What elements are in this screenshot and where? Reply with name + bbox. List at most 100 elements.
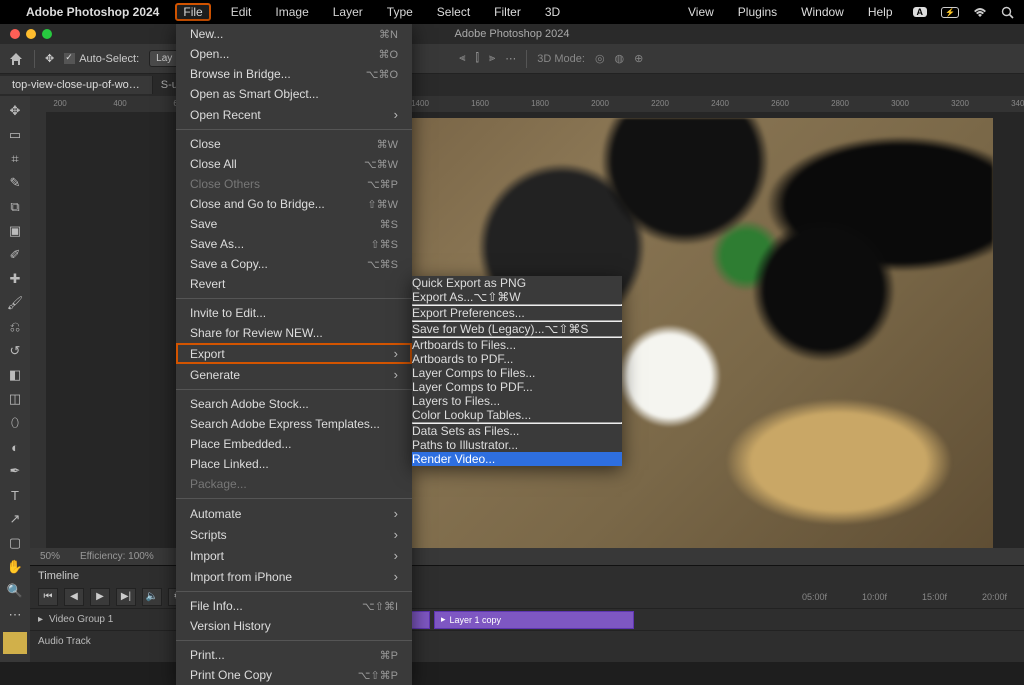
timeline-clip-2[interactable]: ▸ Layer 1 copy	[434, 611, 634, 629]
keyboard-icon[interactable]: A	[913, 7, 928, 17]
hand-tool[interactable]: ✋	[3, 556, 27, 578]
submenu-item-paths-to-illustrator[interactable]: Paths to Illustrator...	[412, 438, 622, 452]
blur-tool[interactable]: ⬯	[3, 412, 27, 434]
submenu-item-layers-to-files[interactable]: Layers to Files...	[412, 394, 622, 408]
menu-item-save-a-copy[interactable]: Save a Copy...⌥⌘S	[176, 254, 412, 274]
chevron-right-icon[interactable]: ▸	[38, 614, 43, 625]
pen-tool[interactable]: ✒	[3, 460, 27, 482]
lasso-tool[interactable]: ⌗	[3, 148, 27, 170]
menu-item-place-embedded[interactable]: Place Embedded...	[176, 434, 412, 454]
menu-item-print-one-copy[interactable]: Print One Copy⌥⇧⌘P	[176, 665, 412, 685]
quick-select-tool[interactable]: ✎	[3, 172, 27, 194]
menu-item-automate[interactable]: Automate	[176, 503, 412, 524]
menu-item-open[interactable]: Open...⌘O	[176, 44, 412, 64]
marquee-tool[interactable]: ▭	[3, 124, 27, 146]
timeline-next-frame[interactable]: ▶|	[116, 588, 136, 606]
battery-icon: ⚡	[941, 7, 959, 18]
menu-item-save[interactable]: Save⌘S	[176, 214, 412, 234]
zoom-level[interactable]: 50%	[40, 551, 60, 562]
distribute-icon[interactable]: ⋯	[505, 52, 516, 65]
menu-view[interactable]: View	[684, 3, 718, 21]
menu-item-search-adobe-express-templates[interactable]: Search Adobe Express Templates...	[176, 414, 412, 434]
slide-3d-icon[interactable]: ⊕	[634, 52, 643, 65]
menu-layer[interactable]: Layer	[329, 3, 367, 21]
menu-item-open-recent[interactable]: Open Recent	[176, 104, 412, 125]
maximize-icon[interactable]	[42, 29, 52, 39]
menu-select[interactable]: Select	[433, 3, 474, 21]
menu-item-open-as-smart-object[interactable]: Open as Smart Object...	[176, 84, 412, 104]
menu-item-scripts[interactable]: Scripts	[176, 524, 412, 545]
timeline-play[interactable]: ▶	[90, 588, 110, 606]
eraser-tool[interactable]: ◧	[3, 364, 27, 386]
edit-toolbar[interactable]: ⋯	[3, 604, 27, 626]
align-right-icon[interactable]: ⫸	[489, 52, 495, 65]
menu-item-import[interactable]: Import	[176, 545, 412, 566]
menu-item-generate[interactable]: Generate	[176, 364, 412, 385]
align-center-icon[interactable]: ⫿	[475, 52, 479, 65]
brush-tool[interactable]: 🖌	[3, 292, 27, 314]
auto-select-dropdown[interactable]: Lay	[149, 50, 179, 67]
eyedropper-tool[interactable]: ✐	[3, 244, 27, 266]
pan-3d-icon[interactable]: ◍	[615, 52, 625, 65]
submenu-item-render-video[interactable]: Render Video...	[412, 452, 622, 466]
menu-item-close[interactable]: Close⌘W	[176, 134, 412, 154]
menu-plugins[interactable]: Plugins	[734, 3, 781, 21]
frame-tool[interactable]: ▣	[3, 220, 27, 242]
submenu-item-color-lookup-tables[interactable]: Color Lookup Tables...	[412, 408, 622, 422]
healing-tool[interactable]: ✚	[3, 268, 27, 290]
minimize-icon[interactable]	[26, 29, 36, 39]
menu-item-close-all[interactable]: Close All⌥⌘W	[176, 154, 412, 174]
move-tool-icon[interactable]: ✥	[45, 52, 54, 65]
align-left-icon[interactable]: ⫷	[459, 52, 465, 65]
orbit-3d-icon[interactable]: ◎	[595, 52, 605, 65]
timeline-prev-frame[interactable]: ◀	[64, 588, 84, 606]
menu-item-export[interactable]: Export	[176, 343, 412, 364]
gradient-tool[interactable]: ◫	[3, 388, 27, 410]
stamp-tool[interactable]: ⎌	[3, 316, 27, 338]
menu-filter[interactable]: Filter	[490, 3, 525, 21]
menu-window[interactable]: Window	[797, 3, 848, 21]
menu-help[interactable]: Help	[864, 3, 897, 21]
menu-item-place-linked[interactable]: Place Linked...	[176, 454, 412, 474]
submenu-item-quick-export-as-png[interactable]: Quick Export as PNG	[412, 276, 622, 290]
menu-item-close-and-go-to-bridge[interactable]: Close and Go to Bridge...⇧⌘W	[176, 194, 412, 214]
submenu-item-save-for-web-legacy[interactable]: Save for Web (Legacy)...⌥⇧⌘S	[412, 322, 622, 336]
menu-item-version-history[interactable]: Version History	[176, 616, 412, 636]
dodge-tool[interactable]: ◐	[3, 436, 27, 458]
close-icon[interactable]	[10, 29, 20, 39]
submenu-item-export-preferences[interactable]: Export Preferences...	[412, 306, 622, 320]
menu-edit[interactable]: Edit	[227, 3, 256, 21]
path-tool[interactable]: ↗	[3, 508, 27, 530]
menu-image[interactable]: Image	[271, 3, 312, 21]
menu-3d[interactable]: 3D	[541, 3, 564, 21]
type-tool[interactable]: T	[3, 484, 27, 506]
menu-item-new[interactable]: New...⌘N	[176, 24, 412, 44]
crop-tool[interactable]: ⧉	[3, 196, 27, 218]
timeline-first-frame[interactable]: ⏮	[38, 588, 58, 606]
menu-item-search-adobe-stock[interactable]: Search Adobe Stock...	[176, 394, 412, 414]
menu-item-share-for-review-new[interactable]: Share for Review NEW...	[176, 323, 412, 343]
wifi-icon	[973, 7, 987, 18]
menu-type[interactable]: Type	[383, 3, 417, 21]
submenu-item-layer-comps-to-pdf: Layer Comps to PDF...	[412, 380, 622, 394]
menu-item-save-as[interactable]: Save As...⇧⌘S	[176, 234, 412, 254]
timeline-audio[interactable]: 🔈	[142, 588, 162, 606]
history-brush-tool[interactable]: ↺	[3, 340, 27, 362]
search-icon[interactable]	[1001, 6, 1014, 19]
app-name: Adobe Photoshop 2024	[26, 5, 159, 19]
move-tool[interactable]: ✥	[3, 100, 27, 122]
menu-item-print[interactable]: Print...⌘P	[176, 645, 412, 665]
submenu-item-export-as[interactable]: Export As...⌥⇧⌘W	[412, 290, 622, 304]
home-icon[interactable]	[8, 51, 24, 67]
menu-item-revert[interactable]: Revert	[176, 274, 412, 294]
menu-item-invite-to-edit[interactable]: Invite to Edit...	[176, 303, 412, 323]
menu-item-file-info[interactable]: File Info...⌥⇧⌘I	[176, 596, 412, 616]
menu-item-browse-in-bridge[interactable]: Browse in Bridge...⌥⌘O	[176, 64, 412, 84]
shape-tool[interactable]: ▢	[3, 532, 27, 554]
menu-item-import-from-iphone[interactable]: Import from iPhone	[176, 566, 412, 587]
document-tab[interactable]: top-view-close-up-of-wo…	[0, 76, 153, 94]
menu-file[interactable]: File	[175, 3, 210, 21]
foreground-swatch[interactable]	[3, 632, 27, 654]
auto-select-checkbox[interactable]: Auto-Select:	[64, 53, 139, 65]
zoom-tool[interactable]: 🔍	[3, 580, 27, 602]
